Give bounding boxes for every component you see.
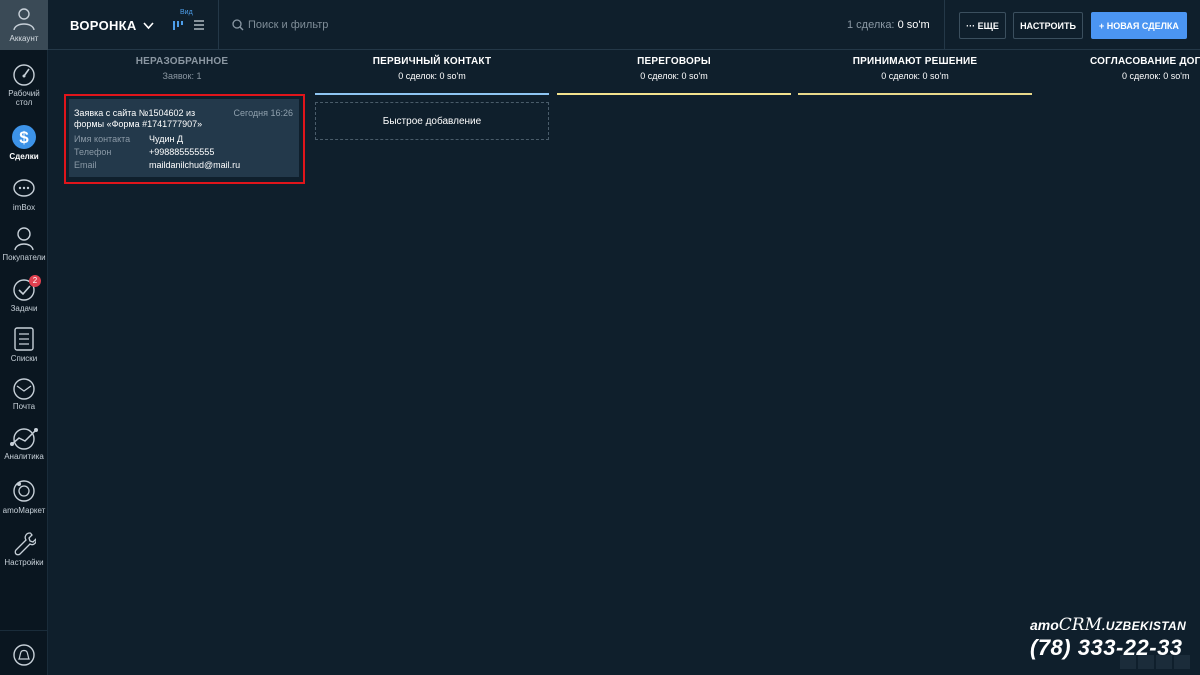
sidebar-item-deals[interactable]: $ Сделки — [0, 124, 48, 161]
column-summary: 0 сделок: 0 so'm — [881, 71, 949, 81]
column-status-bar — [315, 93, 549, 95]
summary-amount: 0 so'm — [897, 19, 930, 31]
column-primary-contact: ПЕРВИЧНЫЙ КОНТАКТ 0 сделок: 0 so'm — [315, 56, 549, 95]
settings-icon — [14, 532, 36, 556]
sidebar: Аккаунт Рабочий стол $ Сделки imBox Поку… — [0, 0, 48, 675]
column-title: ПЕРЕГОВОРЫ — [637, 56, 711, 67]
mail-icon — [13, 378, 35, 400]
column-summary: Заявок: 1 — [162, 71, 202, 81]
tasks-badge: 2 — [29, 275, 41, 287]
decorative-blocks — [1120, 655, 1190, 669]
brand-amo: amo — [1030, 617, 1059, 633]
sidebar-item-label: Аналитика — [4, 452, 44, 461]
sidebar-item-label: imBox — [12, 203, 36, 212]
lists-icon — [14, 327, 34, 351]
list-view-icon[interactable] — [193, 19, 205, 31]
deals-icon: $ — [12, 125, 36, 149]
user-avatar-icon — [13, 8, 35, 30]
kanban-view-icon[interactable] — [172, 19, 184, 31]
column-decision: ПРИНИМАЮТ РЕШЕНИЕ 0 сделок: 0 so'm — [798, 56, 1032, 95]
sidebar-item-label: Покупатели — [2, 253, 46, 262]
bell-icon — [13, 644, 35, 666]
summary-count: 1 сделка: — [847, 19, 895, 31]
analytics-icon — [10, 428, 38, 450]
view-label: Вид — [180, 9, 193, 16]
column-title: НЕРАЗОБРАННОЕ — [135, 56, 229, 67]
sidebar-item-label: Списки — [10, 354, 38, 363]
setup-button[interactable]: НАСТРОИТЬ — [1013, 12, 1083, 39]
sidebar-item-analytics[interactable]: Аналитика — [0, 426, 48, 461]
column-status-bar — [798, 93, 1032, 95]
column-status-bar — [557, 93, 791, 95]
sidebar-item-label: Сделки — [9, 152, 39, 161]
more-button[interactable]: ··· ЕЩЕ — [959, 12, 1006, 39]
dashboard-icon — [13, 64, 35, 86]
search-input[interactable] — [248, 16, 648, 34]
header-divider — [944, 0, 945, 50]
brand-name: amoCRM.UZBEKISTAN — [1030, 615, 1190, 635]
sidebar-item-lists[interactable]: Списки — [0, 326, 48, 363]
account-button[interactable]: Аккаунт — [0, 0, 48, 50]
sidebar-item-label: Задачи — [10, 304, 38, 313]
sidebar-item-market[interactable]: amoМаркет — [0, 478, 48, 515]
funnel-selector[interactable]: ВОРОНКА — [70, 18, 154, 33]
customers-icon — [14, 227, 34, 251]
column-unsorted: НЕРАЗОБРАННОЕ Заявок: 1 — [72, 56, 292, 81]
sidebar-item-mail[interactable]: Почта — [0, 378, 48, 411]
new-deal-button[interactable]: + НОВАЯ СДЕЛКА — [1091, 12, 1187, 39]
column-summary: 0 сделок: 0 so'm — [640, 71, 708, 81]
sidebar-item-settings[interactable]: Настройки — [0, 530, 48, 567]
brand-crm: CRM — [1058, 615, 1103, 635]
column-title: ПЕРВИЧНЫЙ КОНТАКТ — [372, 56, 492, 67]
sidebar-item-tasks[interactable]: 2 Задачи — [0, 275, 48, 313]
column-title: ПРИНИМАЮТ РЕШЕНИЕ — [852, 56, 978, 67]
sidebar-item-customers[interactable]: Покупатели — [0, 225, 48, 262]
column-summary: 0 сделок: 0 so'm — [398, 71, 466, 81]
column-summary: 0 сделок: 0 so'm — [1122, 71, 1190, 81]
notifications-button[interactable] — [0, 630, 48, 675]
chat-icon — [13, 179, 35, 197]
funnel-label: ВОРОНКА — [70, 18, 137, 33]
sidebar-item-label: Почта — [12, 402, 36, 411]
sidebar-item-label: amoМаркет — [2, 506, 46, 515]
chevron-down-icon — [143, 21, 154, 29]
sidebar-item-imbox[interactable]: imBox — [0, 177, 48, 212]
sidebar-item-label: Настройки — [4, 558, 44, 567]
column-contract: СОГЛАСОВАНИЕ ДОГО 0 сделок: 0 so'm — [1040, 56, 1200, 81]
sidebar-item-label: Рабочий стол — [8, 89, 40, 107]
svg-text:$: $ — [19, 128, 29, 147]
market-icon — [13, 480, 35, 502]
header-divider — [218, 0, 219, 50]
deals-summary: 1 сделка: 0 so'm — [847, 19, 930, 31]
highlight-frame — [64, 94, 305, 184]
sidebar-item-dashboard[interactable]: Рабочий стол — [0, 63, 48, 107]
column-title: СОГЛАСОВАНИЕ ДОГО — [1090, 56, 1200, 67]
column-negotiations: ПЕРЕГОВОРЫ 0 сделок: 0 so'm — [557, 56, 791, 95]
brand-suffix: .UZBEKISTAN — [1102, 619, 1187, 633]
search-icon — [232, 19, 244, 31]
quick-add-button[interactable]: Быстрое добавление — [315, 102, 549, 140]
top-header: ВОРОНКА Вид 1 сделка: 0 so'm ··· ЕЩЕ НАС… — [48, 0, 1200, 50]
account-label: Аккаунт — [9, 34, 39, 43]
